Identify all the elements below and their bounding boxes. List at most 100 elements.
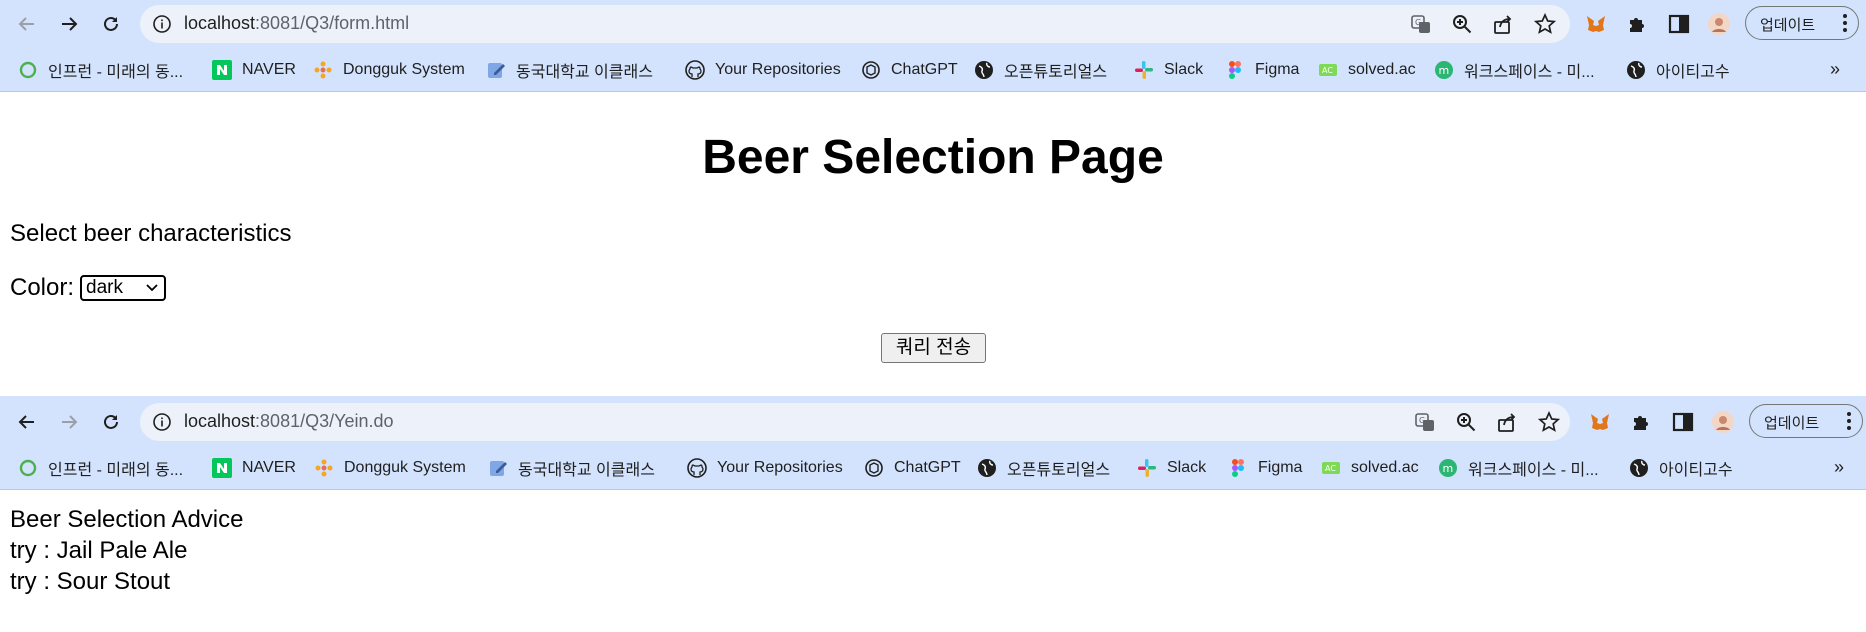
bookmark-item[interactable]: ChatGPT xyxy=(864,456,961,480)
translate-icon[interactable]: G xyxy=(1410,13,1432,35)
browser-toolbar: localhost:8081/Q3/Yein.do G 업데이트 xyxy=(0,398,1866,446)
bookmarks-overflow-chevron-icon[interactable]: » xyxy=(1834,457,1844,478)
solvedac-icon: AC xyxy=(1318,60,1338,80)
bookmark-item[interactable]: NAVER xyxy=(212,456,296,480)
bookmark-item[interactable]: 인프런 - 미래의 동... xyxy=(18,456,183,480)
extensions-puzzle-icon[interactable] xyxy=(1625,11,1651,37)
bookmark-item[interactable]: Slack xyxy=(1134,58,1203,82)
dongguk-icon xyxy=(313,60,333,80)
bookmark-star-icon[interactable] xyxy=(1533,12,1557,35)
bookmark-item[interactable]: Your Repositories xyxy=(687,456,843,480)
bookmarks-bar: 인프런 - 미래의 동... NAVER Dongguk System 동국대학… xyxy=(0,48,1866,92)
browser-toolbar: localhost:8081/Q3/form.html G 업데이트 xyxy=(0,0,1866,48)
bookmark-item[interactable]: 오픈튜토리얼스 xyxy=(977,456,1110,480)
bookmark-item[interactable]: ChatGPT xyxy=(861,58,958,82)
metamask-icon[interactable] xyxy=(1587,409,1613,435)
advice-item: try : Jail Pale Ale xyxy=(10,537,188,564)
reload-button[interactable] xyxy=(96,407,126,437)
kebab-menu-icon[interactable] xyxy=(1842,13,1848,33)
naver-icon xyxy=(212,60,232,80)
workspace-icon: m xyxy=(1434,60,1454,80)
bookmark-item[interactable]: 아이티고수 xyxy=(1626,58,1730,82)
chevron-down-icon xyxy=(146,284,158,292)
slack-icon xyxy=(1134,60,1154,80)
bookmarks-bar: 인프런 - 미래의 동... NAVER Dongguk System 동국대학… xyxy=(0,446,1866,490)
bookmark-item[interactable]: Dongguk System xyxy=(314,456,466,480)
dongguk-icon xyxy=(314,458,334,478)
back-arrow-icon xyxy=(18,17,34,31)
bookmark-item[interactable]: AC solved.ac xyxy=(1318,58,1416,82)
address-bar[interactable]: localhost:8081/Q3/Yein.do G xyxy=(140,403,1570,441)
share-icon[interactable] xyxy=(1492,13,1514,35)
bookmark-item[interactable]: Your Repositories xyxy=(685,58,841,82)
bookmark-item[interactable]: m 워크스페이스 - 미... xyxy=(1438,456,1599,480)
metamask-icon[interactable] xyxy=(1583,11,1609,37)
github-icon xyxy=(685,60,705,80)
workspace-icon: m xyxy=(1438,458,1458,478)
site-info-icon[interactable] xyxy=(152,14,172,34)
bookmark-item[interactable]: Figma xyxy=(1228,456,1302,480)
kebab-menu-icon[interactable] xyxy=(1846,411,1852,431)
bookmark-item[interactable]: 동국대학교 이클래스 xyxy=(488,456,655,480)
svg-text:m: m xyxy=(1443,462,1454,475)
address-bar[interactable]: localhost:8081/Q3/form.html G xyxy=(140,5,1570,43)
back-button[interactable] xyxy=(12,407,42,437)
slack-icon xyxy=(1137,458,1157,478)
svg-text:AC: AC xyxy=(1322,66,1333,75)
profile-avatar[interactable] xyxy=(1706,11,1732,37)
globe-icon xyxy=(974,60,994,80)
bookmark-item[interactable]: 동국대학교 이클래스 xyxy=(486,58,653,82)
form-page: Beer Selection Page Select beer characte… xyxy=(0,92,1866,396)
bookmark-item[interactable]: Figma xyxy=(1225,58,1299,82)
translate-icon[interactable]: G xyxy=(1414,411,1436,433)
bookmark-item[interactable]: AC solved.ac xyxy=(1321,456,1419,480)
back-button[interactable] xyxy=(12,9,42,39)
bookmark-item[interactable]: NAVER xyxy=(212,58,296,82)
submit-query-button[interactable]: 쿼리 전송 xyxy=(881,333,986,363)
bookmark-item[interactable]: 오픈튜토리얼스 xyxy=(974,58,1107,82)
share-icon[interactable] xyxy=(1496,411,1518,433)
bookmark-item[interactable]: Dongguk System xyxy=(313,58,465,82)
forward-arrow-icon xyxy=(62,415,78,429)
github-icon xyxy=(687,458,707,478)
update-button[interactable]: 업데이트 xyxy=(1749,404,1863,438)
browser-window-result: localhost:8081/Q3/Yein.do G 업데이트 인프런 - 미… xyxy=(0,398,1866,632)
bookmark-star-icon[interactable] xyxy=(1537,410,1561,433)
bookmark-item[interactable]: 아이티고수 xyxy=(1629,456,1733,480)
color-select-value: dark xyxy=(86,277,123,298)
bookmarks-overflow-chevron-icon[interactable]: » xyxy=(1830,59,1840,80)
back-arrow-icon xyxy=(18,415,34,429)
side-panel-icon[interactable] xyxy=(1666,11,1692,37)
result-page: Beer Selection Advice try : Jail Pale Al… xyxy=(0,490,1866,632)
reload-icon xyxy=(104,414,118,429)
chatgpt-icon xyxy=(861,60,881,80)
side-panel-icon[interactable] xyxy=(1670,409,1696,435)
bookmark-item[interactable]: m 워크스페이스 - 미... xyxy=(1434,58,1595,82)
solvedac-icon: AC xyxy=(1321,458,1341,478)
url-text: localhost:8081/Q3/form.html xyxy=(184,13,410,33)
color-select[interactable]: dark xyxy=(80,275,166,301)
globe-icon xyxy=(1629,458,1649,478)
extensions-puzzle-icon[interactable] xyxy=(1629,409,1655,435)
forward-button[interactable] xyxy=(54,9,84,39)
zoom-icon[interactable] xyxy=(1455,411,1477,433)
profile-avatar[interactable] xyxy=(1710,409,1736,435)
svg-text:m: m xyxy=(1439,64,1450,77)
bookmark-item[interactable]: 인프런 - 미래의 동... xyxy=(18,58,183,82)
reload-button[interactable] xyxy=(96,9,126,39)
svg-text:AC: AC xyxy=(1325,464,1336,473)
forward-button[interactable] xyxy=(54,407,84,437)
eclass-icon xyxy=(486,60,506,80)
reload-icon xyxy=(104,16,118,31)
advice-heading: Beer Selection Advice xyxy=(10,506,244,533)
globe-icon xyxy=(977,458,997,478)
bookmark-item[interactable]: Slack xyxy=(1137,456,1206,480)
chatgpt-icon xyxy=(864,458,884,478)
update-button[interactable]: 업데이트 xyxy=(1745,6,1859,40)
site-info-icon[interactable] xyxy=(152,412,172,432)
url-text: localhost:8081/Q3/Yein.do xyxy=(184,411,394,431)
zoom-icon[interactable] xyxy=(1451,13,1473,35)
color-label: Color: xyxy=(10,274,75,301)
browser-window-form: localhost:8081/Q3/form.html G 업데이트 인프런 -… xyxy=(0,0,1866,396)
globe-icon xyxy=(1626,60,1646,80)
